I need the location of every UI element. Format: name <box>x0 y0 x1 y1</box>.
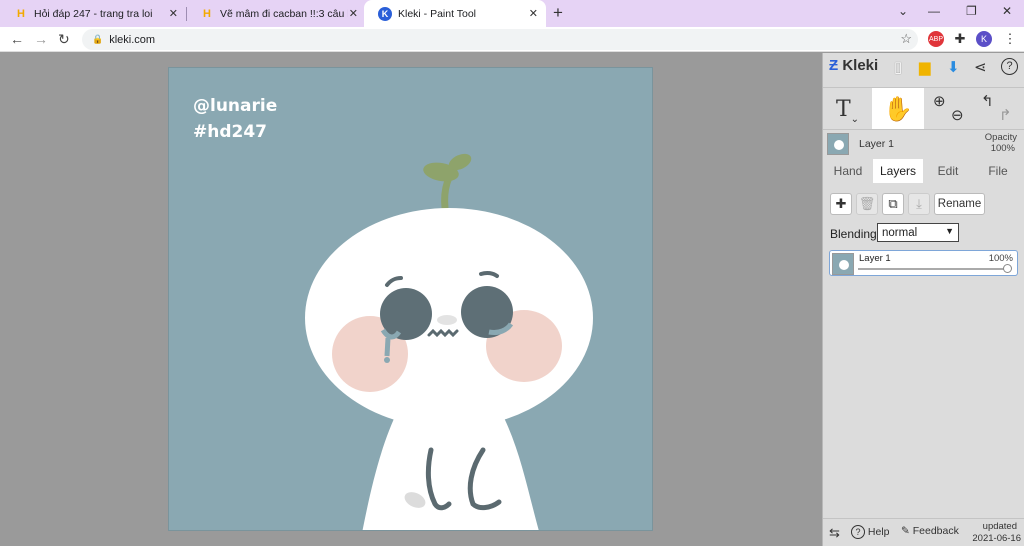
browser-tab-active[interactable]: K Kleki - Paint Tool ✕ <box>364 0 546 27</box>
profile-avatar[interactable]: K <box>976 31 992 47</box>
hoidap-icon: H <box>17 7 25 20</box>
blending-label: Blending <box>830 227 877 241</box>
feedback-icon: ✎ <box>901 525 910 537</box>
forward-button[interactable]: → <box>34 31 48 47</box>
drawing-canvas[interactable]: @lunarie #hd247 <box>168 67 653 531</box>
opacity-value: 100% <box>990 143 1015 154</box>
help-icon[interactable]: ? <box>1001 58 1018 75</box>
tab-title: Vẽ mâm đi cacban !!:3 câu hỏi 29 <box>220 7 348 20</box>
slider-handle[interactable] <box>1003 264 1012 273</box>
back-button[interactable]: ← <box>10 31 24 47</box>
chevron-down-icon[interactable]: ⌄ <box>851 114 859 125</box>
minimize-button[interactable]: — <box>928 4 940 18</box>
swap-side-icon[interactable]: ⇆ <box>829 525 840 541</box>
tab-file[interactable]: File <box>973 159 1023 183</box>
tab-hand[interactable]: Hand <box>823 159 873 183</box>
address-bar[interactable]: 🔒 kleki.com ☆ <box>82 29 918 50</box>
tab-title: Hỏi đáp 247 - trang tra loi <box>34 7 153 20</box>
browser-tab[interactable]: H Vẽ mâm đi cacban !!:3 câu hỏi 29 ✕ <box>186 0 366 27</box>
merge-layer-button[interactable]: ⤓ <box>908 193 930 215</box>
hand-icon: ✋ <box>883 95 913 123</box>
adblock-icon[interactable]: ABP <box>928 31 944 47</box>
download-icon[interactable]: ⬇ <box>947 58 960 76</box>
undo-redo-controls: ↰ ↱ <box>975 88 1021 130</box>
illustration <box>305 153 593 530</box>
canvas-workspace[interactable]: @lunarie #hd247 <box>0 53 822 546</box>
new-tab-button[interactable]: + <box>553 3 563 23</box>
redo-icon[interactable]: ↱ <box>999 106 1012 124</box>
new-file-icon[interactable]: ▯ <box>894 58 902 76</box>
layer-list-item[interactable]: Layer 1 100% <box>829 250 1018 276</box>
kebab-menu-icon[interactable]: ⋮ <box>1002 31 1018 47</box>
close-icon[interactable]: ✕ <box>349 7 358 20</box>
star-icon[interactable]: ☆ <box>900 31 912 47</box>
updated-date: 2021-06-16 <box>972 533 1021 544</box>
panel-footer: ⇆ ? Help ✎ Feedback updated 2021-06-16 <box>823 518 1024 546</box>
tab-edit[interactable]: Edit <box>923 159 973 183</box>
help-label: Help <box>867 526 890 538</box>
help-link[interactable]: ? Help <box>851 525 890 539</box>
restore-button[interactable]: ❐ <box>966 4 977 18</box>
tab-layers[interactable]: Layers <box>873 159 923 183</box>
undo-icon[interactable]: ↰ <box>981 92 994 110</box>
folder-icon[interactable]: ▆ <box>919 58 931 76</box>
delete-layer-button[interactable]: 🗑 <box>856 193 878 215</box>
layer-thumbnail <box>827 133 849 155</box>
updated-label: updated <box>982 521 1017 532</box>
rename-layer-button[interactable]: Rename <box>934 193 985 215</box>
zoom-controls: ⊕ ⊖ <box>929 88 969 130</box>
close-icon[interactable]: ✕ <box>169 7 178 20</box>
browser-toolbar: ← → ↻ 🔒 kleki.com ☆ ABP ✚ K ⋮ <box>0 27 1024 52</box>
feedback-label: Feedback <box>912 525 959 537</box>
layer-thumbnail <box>832 253 854 275</box>
blending-select[interactable]: normal ▼ <box>877 223 959 242</box>
layers-tab-content: ✚ 🗑 ⧉ ⤓ Rename Blending normal ▼ Layer 1… <box>823 183 1024 522</box>
tool-row: T ⌄ ✋ ⊕ ⊖ ↰ ↱ <box>823 87 1024 130</box>
current-layer-header: Layer 1 Opacity 100% <box>823 129 1024 157</box>
text-tool-icon: T <box>835 96 851 122</box>
blending-value: normal <box>882 226 918 239</box>
share-icon[interactable]: ⋖ <box>974 58 987 76</box>
opacity-label: Opacity <box>984 132 1017 143</box>
add-layer-button[interactable]: ✚ <box>830 193 852 215</box>
layer-opacity-slider[interactable] <box>858 268 1008 270</box>
browser-tab[interactable]: H Hỏi đáp 247 - trang tra loi ✕ <box>0 0 186 27</box>
duplicate-layer-button[interactable]: ⧉ <box>882 193 904 215</box>
brand-name: Kleki <box>842 57 879 74</box>
hoidap-icon: H <box>203 7 211 20</box>
current-layer-name: Layer 1 <box>859 138 895 150</box>
tab-title: Kleki - Paint Tool <box>398 7 477 20</box>
zoom-out-icon[interactable]: ⊖ <box>951 106 964 124</box>
layer-item-name: Layer 1 <box>859 253 891 264</box>
kleki-logo: Ƶ Kleki <box>829 57 879 74</box>
close-icon[interactable]: ✕ <box>529 7 538 20</box>
lock-icon: 🔒 <box>92 34 104 44</box>
feedback-link[interactable]: ✎ Feedback <box>901 525 959 537</box>
browser-tab-strip: H Hỏi đáp 247 - trang tra loi ✕ H Vẽ mâm… <box>0 0 1024 27</box>
window-close-button[interactable]: ✕ <box>1002 4 1012 18</box>
puzzle-icon[interactable]: ✚ <box>952 31 968 47</box>
reload-button[interactable]: ↻ <box>58 31 70 48</box>
help-icon: ? <box>851 525 865 539</box>
hand-tool-button[interactable]: ✋ <box>872 88 924 130</box>
chevron-down-icon[interactable]: ⌄ <box>898 4 908 18</box>
kleki-side-panel: Ƶ Kleki ▯ ▆ ⬇ ⋖ ? T ⌄ ✋ ⊕ ⊖ ↰ ↱ Layer 1 O… <box>822 53 1024 546</box>
url-text: kleki.com <box>109 33 156 46</box>
kleki-icon: K <box>378 6 392 21</box>
chevron-down-icon: ▼ <box>945 226 954 236</box>
layer-item-opacity: 100% <box>988 253 1013 264</box>
text-tool-button[interactable]: T ⌄ <box>823 88 872 130</box>
panel-tabs: Hand Layers Edit File <box>823 159 1024 183</box>
zoom-in-icon[interactable]: ⊕ <box>933 92 946 110</box>
